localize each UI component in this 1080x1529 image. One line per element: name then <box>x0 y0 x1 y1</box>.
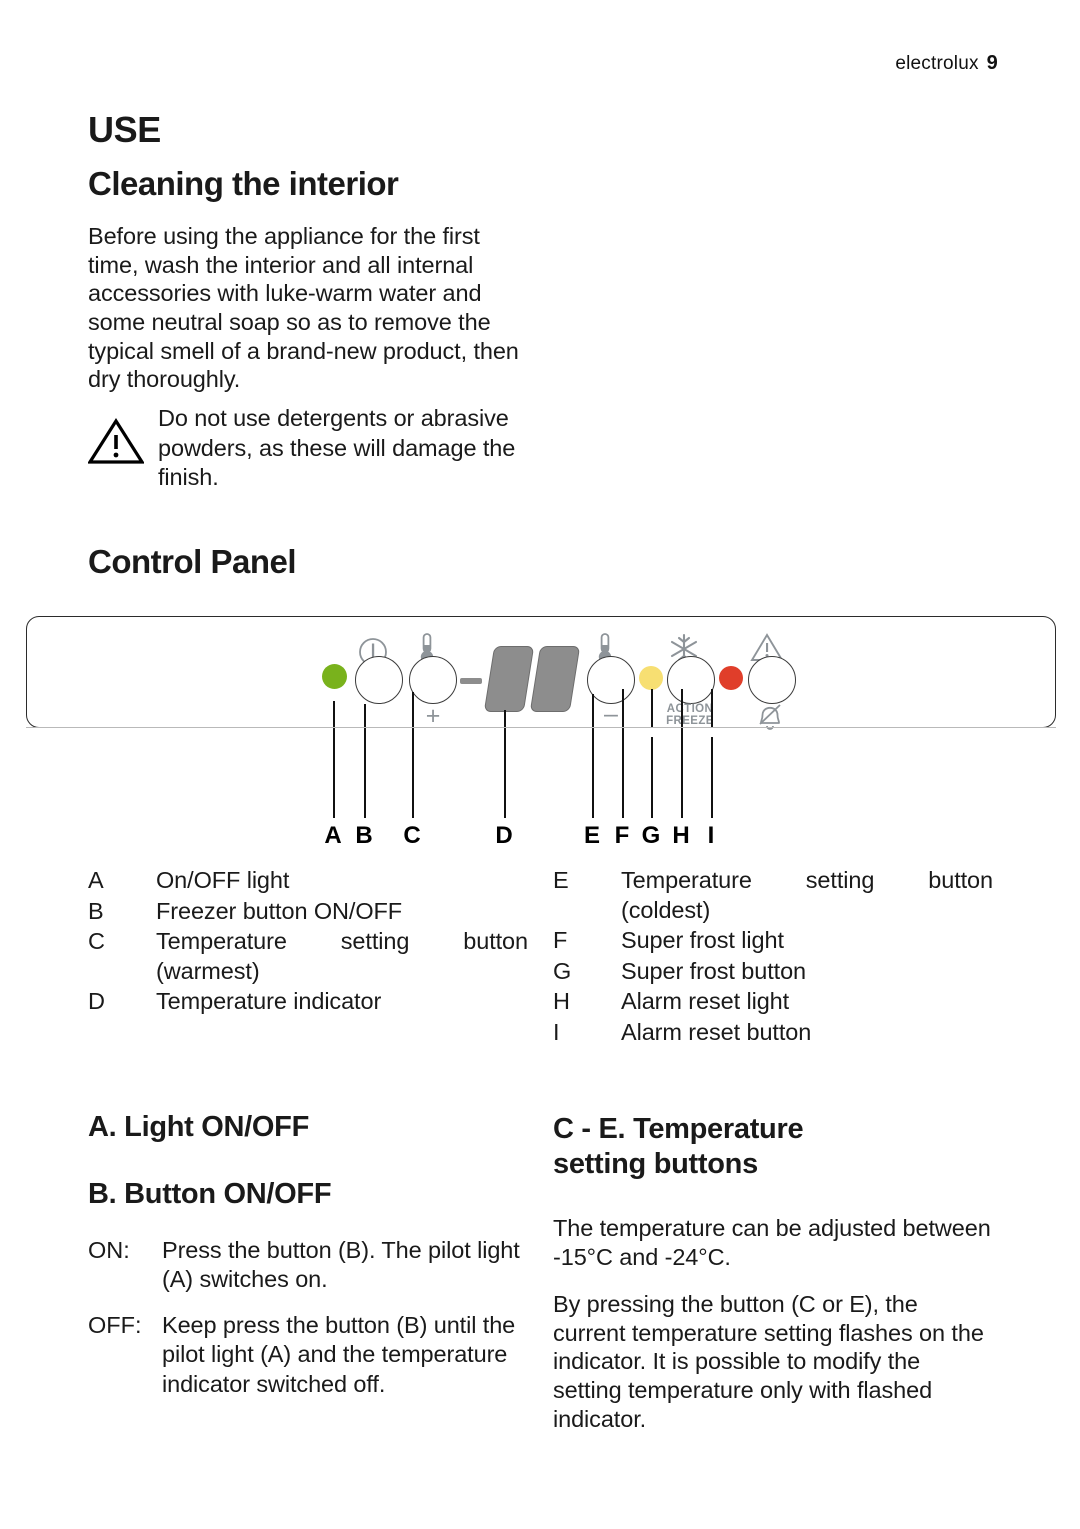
control-panel-diagram: + – ACTION FREEZE A B C D E F G H I <box>26 616 1056 866</box>
legend-value: Super frost button <box>621 957 807 984</box>
warning-note: Do not use detergents or abrasive powder… <box>87 404 520 493</box>
action-freeze-line2: FREEZE <box>666 714 714 727</box>
warning-triangle-icon <box>87 404 145 469</box>
onoff-row: OFF: Keep press the button (B) until the… <box>88 1311 520 1399</box>
legend-item: G Super frost button <box>553 957 993 987</box>
legend-item: D Temperature indicator <box>88 987 528 1017</box>
legend-item: C Temperature setting button (warmest) <box>88 927 528 986</box>
leader-line-d-lower <box>504 728 507 818</box>
legend-key: G <box>553 957 572 984</box>
callout-label-a: A <box>324 822 342 849</box>
leader-line-a-lower <box>333 728 336 818</box>
leader-line-g <box>651 689 654 727</box>
brand-name: electrolux <box>895 53 979 74</box>
legend-value: Alarm reset light <box>621 988 790 1015</box>
legend-key: D <box>88 988 105 1015</box>
minus-glyph: – <box>604 700 618 728</box>
heading-temperature-line1: C - E. Temperature <box>553 1113 804 1145</box>
freezer-onoff-button[interactable] <box>355 656 403 704</box>
legend-key: B <box>88 897 104 924</box>
leader-line-i-lower <box>711 737 714 818</box>
callout-label-h: H <box>672 822 690 849</box>
page-title: USE <box>88 109 161 150</box>
temperature-indicator-digit-2 <box>529 646 581 712</box>
legend-value: Temperature setting button (warmest) <box>156 928 528 984</box>
leader-line-e <box>592 694 595 727</box>
section-title-cleaning: Cleaning the interior <box>88 165 399 202</box>
plus-glyph: + <box>425 702 441 730</box>
legend-value: On/OFF light <box>156 867 290 893</box>
legend-list-left: A On/OFF light B Freezer button ON/OFF C… <box>88 866 528 1018</box>
legend-item: H Alarm reset light <box>553 987 993 1017</box>
callout-label-b: B <box>355 822 373 849</box>
callout-label-e: E <box>583 822 600 849</box>
leader-line-e-lower <box>592 728 595 818</box>
alarm-reset-light-led <box>719 666 743 690</box>
callout-label-g: G <box>641 822 661 849</box>
legend-value: Freezer button ON/OFF <box>156 897 403 924</box>
leader-line-g-lower <box>651 737 654 818</box>
page-header: electrolux 9 <box>895 52 998 75</box>
leader-line-a <box>333 701 336 727</box>
bell-muted-icon <box>753 702 787 737</box>
callout-label-f: F <box>614 822 630 849</box>
legend-item: A On/OFF light <box>88 866 528 896</box>
legend-key: I <box>553 1019 560 1046</box>
temperature-paragraph-2: By pressing the button (C or E), the cur… <box>553 1291 984 1432</box>
callout-label-i: I <box>707 822 715 849</box>
heading-button-onoff: B. Button ON/OFF <box>88 1178 332 1210</box>
onoff-text: Press the button (B). The pilot light (A… <box>162 1237 520 1293</box>
legend-list-right: E Temperature setting button (coldest) F… <box>553 866 993 1049</box>
legend-key: E <box>553 867 569 893</box>
legend-value: Temperature indicator <box>156 988 382 1015</box>
leader-line-i <box>711 689 714 727</box>
legend-item: I Alarm reset button <box>553 1018 993 1048</box>
display-minus-sign <box>460 678 482 684</box>
warning-text: Do not use detergents or abrasive powder… <box>158 405 516 491</box>
leader-line-d <box>504 710 507 727</box>
cleaning-body-text: Before using the appliance for the first… <box>88 223 519 393</box>
super-frost-button[interactable] <box>667 656 715 704</box>
legend-key: H <box>553 988 570 1015</box>
legend-key: A <box>88 867 104 893</box>
heading-temperature-line2: setting buttons <box>553 1147 758 1180</box>
leader-line-f-lower <box>622 728 625 818</box>
section-title-control-panel: Control Panel <box>88 543 297 580</box>
manual-page: electrolux 9 USE Cleaning the interior Be… <box>0 0 1080 1529</box>
legend-key: C <box>88 928 105 955</box>
callout-label-d: D <box>495 822 513 849</box>
onoff-row: ON: Press the button (B). The pilot ligh… <box>88 1236 520 1295</box>
on-off-light-led <box>322 664 347 689</box>
action-freeze-line1: ACTION <box>666 703 714 715</box>
leader-line-h <box>681 689 684 727</box>
leader-line-f <box>622 689 625 727</box>
super-frost-light-led <box>639 666 663 690</box>
alarm-reset-button[interactable] <box>748 656 796 704</box>
onoff-instructions: ON: Press the button (B). The pilot ligh… <box>88 1236 520 1415</box>
legend-item: E Temperature setting button (coldest) <box>553 866 993 925</box>
panel-baseline-rule <box>26 727 1056 729</box>
leader-line-c-lower <box>412 728 415 818</box>
onoff-text: Keep press the button (B) until the pilo… <box>162 1311 516 1397</box>
legend-item: B Freezer button ON/OFF <box>88 897 528 927</box>
leader-line-b <box>364 704 367 727</box>
onoff-key: ON: <box>88 1237 130 1263</box>
leader-line-b-lower <box>364 728 367 818</box>
legend-item: F Super frost light <box>553 926 993 956</box>
heading-light-onoff: A. Light ON/OFF <box>88 1111 310 1143</box>
legend-value: Temperature setting button (coldest) <box>621 867 993 923</box>
temperature-paragraph-1: The temperature can be adjusted between … <box>553 1215 991 1270</box>
onoff-key: OFF: <box>88 1311 142 1338</box>
temperature-warmest-button[interactable] <box>409 656 457 704</box>
heading-temperature-setting: C - E. Temperature setting buttons <box>553 1112 991 1182</box>
page-number: 9 <box>986 52 998 74</box>
leader-line-h-lower <box>681 728 684 818</box>
callout-label-c: C <box>403 822 421 849</box>
leader-line-c <box>412 692 415 727</box>
legend-key: F <box>553 927 568 954</box>
temperature-indicator-digit-1 <box>483 646 535 712</box>
legend-value: Super frost light <box>621 927 784 954</box>
legend-value: Alarm reset button <box>621 1019 812 1046</box>
